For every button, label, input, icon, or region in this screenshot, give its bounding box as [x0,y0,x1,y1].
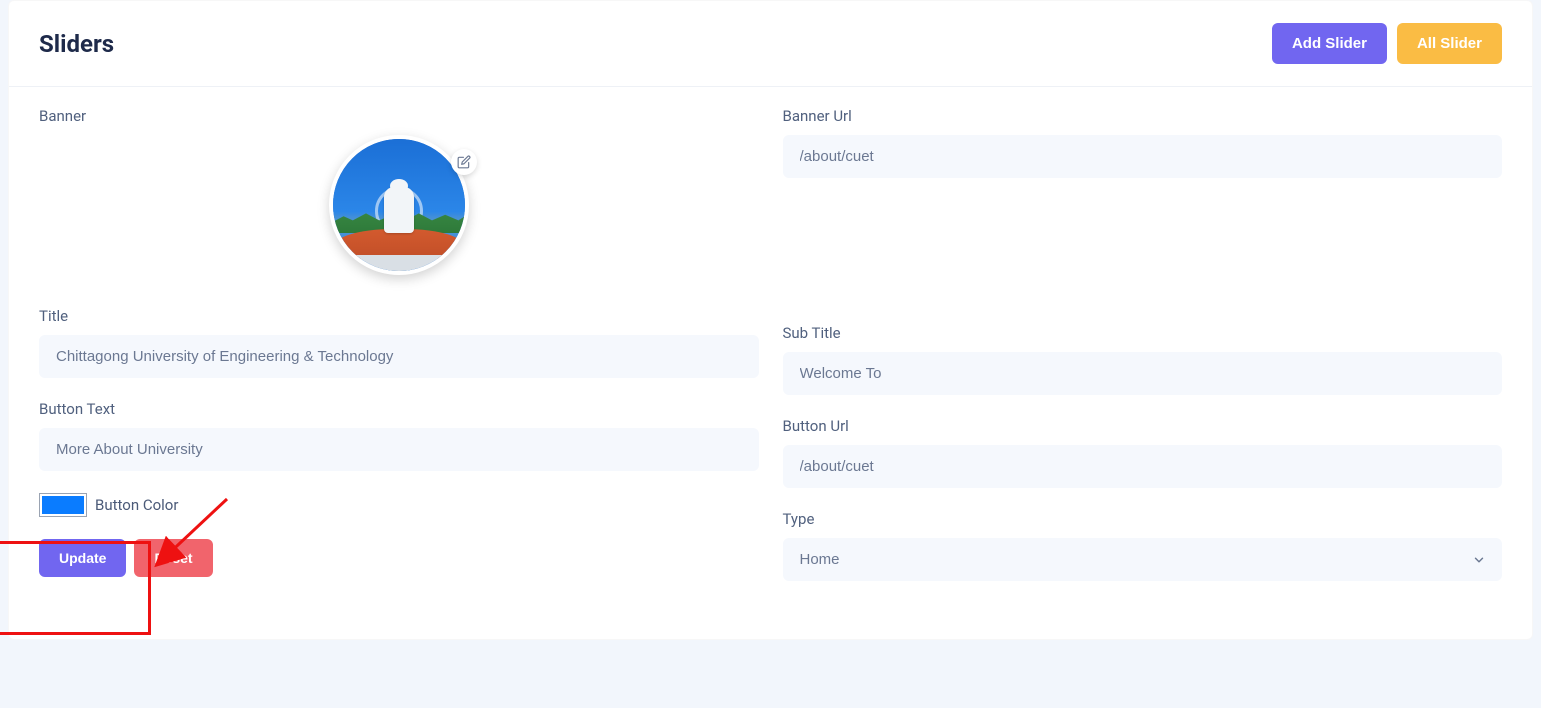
button-color-group: Button Color [39,493,759,517]
sliders-card: Sliders Add Slider All Slider Banner [8,0,1533,640]
update-button[interactable]: Update [39,539,126,577]
page-title: Sliders [39,30,114,58]
all-slider-button[interactable]: All Slider [1397,23,1502,64]
button-color-label: Button Color [95,496,178,514]
type-group: Type Home [783,510,1503,581]
color-swatch [42,496,84,514]
header-actions: Add Slider All Slider [1272,23,1502,64]
button-url-input[interactable] [783,445,1503,488]
card-header: Sliders Add Slider All Slider [9,1,1532,87]
edit-banner-button[interactable] [451,149,477,175]
button-url-group: Button Url [783,417,1503,488]
title-group: Title [39,307,759,378]
spacer [783,200,1503,324]
button-text-input[interactable] [39,428,759,471]
edit-icon [457,155,471,169]
banner-url-label: Banner Url [783,107,1503,125]
form-actions: Update Reset [39,537,759,577]
reset-button[interactable]: Reset [134,539,212,577]
button-text-label: Button Text [39,400,759,418]
button-color-picker[interactable] [39,493,87,517]
type-label: Type [783,510,1503,528]
banner-image-wrap [329,135,479,285]
card-body: Banner [9,87,1532,633]
left-column: Banner [39,107,759,603]
button-url-label: Button Url [783,417,1503,435]
banner-url-group: Banner Url [783,107,1503,178]
right-column: Banner Url Sub Title Button Url Type [783,107,1503,603]
subtitle-input[interactable] [783,352,1503,395]
button-text-group: Button Text [39,400,759,471]
add-slider-button[interactable]: Add Slider [1272,23,1387,64]
banner-url-input[interactable] [783,135,1503,178]
banner-group: Banner [39,107,759,285]
subtitle-group: Sub Title [783,324,1503,395]
banner-label: Banner [39,107,759,125]
type-select[interactable]: Home [783,538,1503,581]
subtitle-label: Sub Title [783,324,1503,342]
title-label: Title [39,307,759,325]
banner-image [329,135,469,275]
title-input[interactable] [39,335,759,378]
